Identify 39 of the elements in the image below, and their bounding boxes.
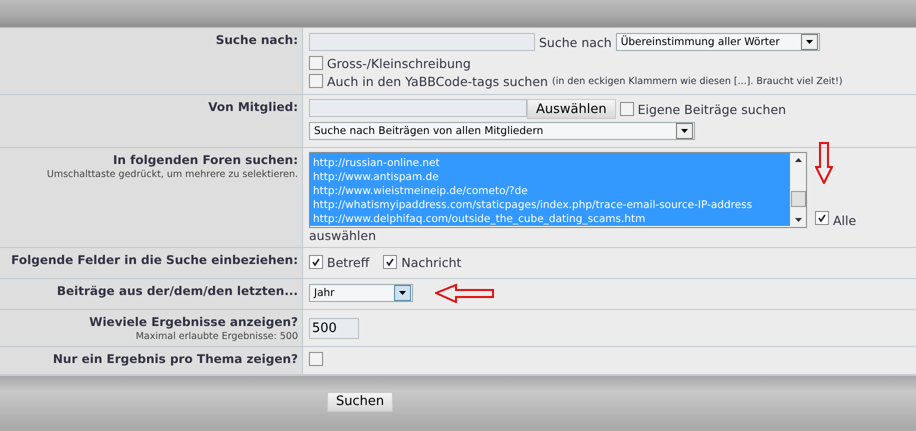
search-field[interactable] (309, 33, 535, 51)
scroll-thumb[interactable] (790, 191, 806, 207)
select-button[interactable]: Auswählen (527, 99, 616, 119)
checkbox[interactable] (383, 255, 398, 269)
checkbox[interactable] (309, 56, 323, 70)
field-label: Nur ein Ergebnis pro Thema zeigen? (52, 351, 298, 368)
mode-label: Suche nach (539, 34, 612, 50)
field-label: Suche nach: (216, 32, 298, 49)
field-label: Von Mitglied: (208, 99, 298, 116)
field-label: Folgende Felder in die Suche einbeziehen: (11, 252, 298, 269)
option-label: Eigene Beiträge suchen (638, 102, 786, 116)
option-note: (in den eckigen Klammern wie diesen [...]. Braucht viel Zeit!) (552, 76, 843, 86)
option-label: auswählen (309, 228, 377, 243)
option-label: Alle (833, 213, 856, 228)
option-label: Auch in den YaBBCode-tags suchen (327, 74, 548, 88)
arrow-icon (435, 283, 495, 303)
scroll-down-icon[interactable] (794, 218, 802, 222)
option-label: Gross-/Kleinschreibung (327, 56, 471, 70)
checkbox[interactable] (620, 102, 634, 116)
checkbox[interactable] (815, 211, 829, 225)
scroll-up-icon[interactable] (794, 158, 802, 162)
match-dropdown[interactable]: Übereinstimmung aller Wörter (616, 33, 820, 51)
field-label: Beiträge aus der/dem/den letzten... (56, 283, 298, 300)
hint-text: Maximal erlaubte Ergebnisse: 500 (136, 331, 298, 342)
arrow-icon (815, 142, 833, 184)
period-dropdown[interactable]: Jahr (309, 284, 413, 302)
field-label: In folgenden Foren suchen: (112, 152, 298, 169)
option-label: Betreff (327, 254, 370, 270)
search-button[interactable]: Suchen (327, 392, 394, 412)
checkbox[interactable] (309, 352, 323, 366)
option-label: Nachricht (401, 254, 462, 270)
field-label: Wieviele Ergebnisse anzeigen? (89, 314, 298, 331)
member-field[interactable] (309, 99, 527, 117)
count-field[interactable]: 500 (309, 318, 359, 339)
hint-text: Umschalttaste gedrückt, um mehrere zu selektieren. (46, 169, 298, 180)
scope-dropdown[interactable]: Suche nach Beiträgen von allen Mitgliedern (309, 122, 695, 140)
scrollbar[interactable] (790, 153, 806, 227)
checkbox[interactable] (309, 255, 323, 269)
checkbox[interactable] (309, 74, 323, 88)
